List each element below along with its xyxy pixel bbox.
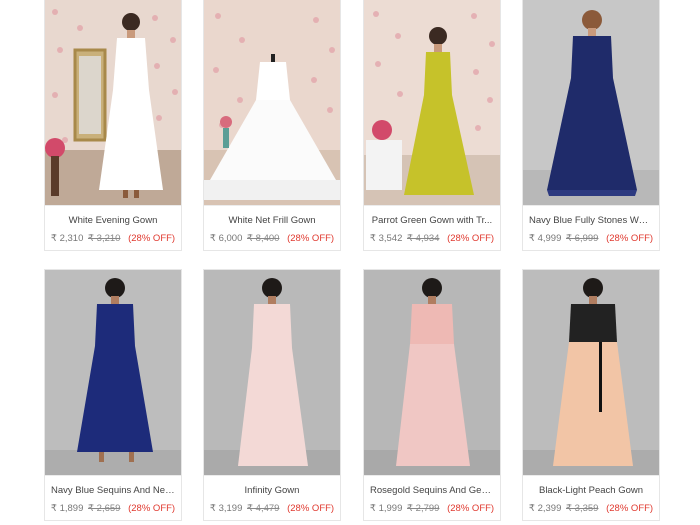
product-card[interactable]: Infinity Gown ₹ 3,199 ₹ 4,479 (28% OFF) [203,269,341,521]
sale-price: ₹ 3,542 [369,233,403,244]
original-price: ₹ 4,479 [247,503,280,514]
product-info: Black-Light Peach Gown ₹ 2,399 ₹ 3,359 (… [523,475,659,520]
discount-badge: (28% OFF) [128,233,176,244]
discount-badge: (28% OFF) [606,503,654,514]
product-info: Navy Blue Sequins And Net... ₹ 1,899 ₹ 2… [45,475,181,520]
product-info: Rosegold Sequins And Geo... ₹ 1,999 ₹ 2,… [364,475,500,520]
product-info: Navy Blue Fully Stones Wor... ₹ 4,999 ₹ … [523,205,659,250]
product-info: White Net Frill Gown ₹ 6,000 ₹ 8,400 (28… [204,205,340,250]
product-card[interactable]: Rosegold Sequins And Geo... ₹ 1,999 ₹ 2,… [363,269,501,521]
sale-price: ₹ 2,399 [528,503,562,514]
product-card[interactable]: White Net Frill Gown ₹ 6,000 ₹ 8,400 (28… [203,0,341,251]
product-image[interactable] [523,0,659,205]
product-name[interactable]: Parrot Green Gown with Tr... [364,214,500,227]
product-image[interactable] [364,270,500,475]
original-price: ₹ 3,210 [88,233,121,244]
product-card[interactable]: Parrot Green Gown with Tr... ₹ 3,542 ₹ 4… [363,0,501,251]
sale-price: ₹ 6,000 [209,233,243,244]
original-price: ₹ 2,799 [407,503,440,514]
discount-badge: (28% OFF) [287,233,335,244]
discount-badge: (28% OFF) [128,503,176,514]
product-name[interactable]: Infinity Gown [204,484,340,497]
product-image[interactable] [204,0,340,205]
product-info: Parrot Green Gown with Tr... ₹ 3,542 ₹ 4… [364,205,500,250]
original-price: ₹ 2,659 [88,503,121,514]
product-name[interactable]: Navy Blue Fully Stones Wor... [523,214,659,227]
price-line: ₹ 3,542 ₹ 4,934 (28% OFF) [364,232,500,245]
product-name[interactable]: Rosegold Sequins And Geo... [364,484,500,497]
product-name[interactable]: Black-Light Peach Gown [523,484,659,497]
product-image[interactable] [364,0,500,205]
discount-badge: (28% OFF) [287,503,335,514]
product-name[interactable]: White Evening Gown [45,214,181,227]
price-line: ₹ 2,310 ₹ 3,210 (28% OFF) [45,232,181,245]
price-line: ₹ 3,199 ₹ 4,479 (28% OFF) [204,502,340,515]
product-name[interactable]: White Net Frill Gown [204,214,340,227]
product-info: White Evening Gown ₹ 2,310 ₹ 3,210 (28% … [45,205,181,250]
price-line: ₹ 4,999 ₹ 6,999 (28% OFF) [523,232,659,245]
original-price: ₹ 6,999 [566,233,599,244]
product-grid: White Evening Gown ₹ 2,310 ₹ 3,210 (28% … [0,0,700,525]
product-info: Infinity Gown ₹ 3,199 ₹ 4,479 (28% OFF) [204,475,340,520]
sale-price: ₹ 1,899 [50,503,84,514]
price-line: ₹ 1,999 ₹ 2,799 (28% OFF) [364,502,500,515]
product-image[interactable] [45,0,181,205]
sale-price: ₹ 1,999 [369,503,403,514]
discount-badge: (28% OFF) [447,233,495,244]
product-image[interactable] [45,270,181,475]
product-card[interactable]: White Evening Gown ₹ 2,310 ₹ 3,210 (28% … [44,0,182,251]
original-price: ₹ 4,934 [407,233,440,244]
discount-badge: (28% OFF) [606,233,654,244]
price-line: ₹ 6,000 ₹ 8,400 (28% OFF) [204,232,340,245]
product-image[interactable] [204,270,340,475]
product-name[interactable]: Navy Blue Sequins And Net... [45,484,181,497]
sale-price: ₹ 3,199 [209,503,243,514]
sale-price: ₹ 4,999 [528,233,562,244]
product-card[interactable]: Black-Light Peach Gown ₹ 2,399 ₹ 3,359 (… [522,269,660,521]
discount-badge: (28% OFF) [447,503,495,514]
price-line: ₹ 2,399 ₹ 3,359 (28% OFF) [523,502,659,515]
price-line: ₹ 1,899 ₹ 2,659 (28% OFF) [45,502,181,515]
product-card[interactable]: Navy Blue Fully Stones Wor... ₹ 4,999 ₹ … [522,0,660,251]
product-image[interactable] [523,270,659,475]
product-card[interactable]: Navy Blue Sequins And Net... ₹ 1,899 ₹ 2… [44,269,182,521]
original-price: ₹ 8,400 [247,233,280,244]
sale-price: ₹ 2,310 [50,233,84,244]
original-price: ₹ 3,359 [566,503,599,514]
